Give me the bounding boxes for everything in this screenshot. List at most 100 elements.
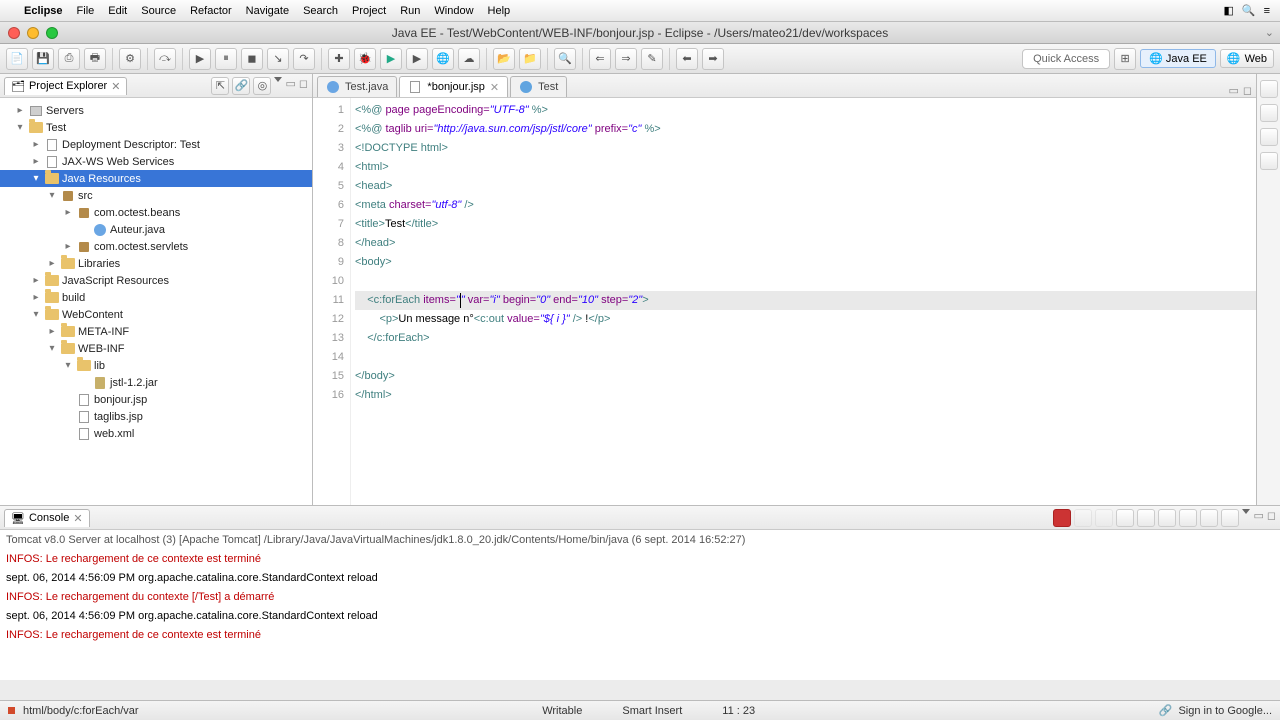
tree-item[interactable]: ▾WebContent — [0, 306, 312, 323]
last-edit-button[interactable]: ✎ — [641, 48, 663, 70]
disclosure-icon[interactable]: ▸ — [62, 207, 74, 218]
view-menu-icon[interactable] — [274, 77, 282, 82]
word-wrap-button[interactable] — [1158, 509, 1176, 527]
debug-skip-button[interactable]: ⤼ — [154, 48, 176, 70]
disclosure-icon[interactable]: ▾ — [30, 173, 42, 184]
step-over-button[interactable]: ↷ — [293, 48, 315, 70]
disclosure-icon[interactable]: ▸ — [30, 292, 42, 303]
scroll-lock-button[interactable] — [1137, 509, 1155, 527]
resume-button[interactable]: ▶ — [189, 48, 211, 70]
editor-tab[interactable]: Test — [510, 76, 567, 97]
run-last-button[interactable]: ▶ — [406, 48, 428, 70]
open-type-button[interactable]: 📂 — [493, 48, 515, 70]
minimize-editor-icon[interactable]: ▭ — [1228, 84, 1238, 97]
save-button[interactable]: 💾 — [32, 48, 54, 70]
disclosure-icon[interactable]: ▾ — [30, 309, 42, 320]
editor-tab[interactable]: *bonjour.jsp✕ — [399, 76, 508, 97]
disclosure-icon[interactable]: ▸ — [46, 326, 58, 337]
disclosure-icon[interactable]: ▾ — [46, 343, 58, 354]
forward-button[interactable]: ➡ — [702, 48, 724, 70]
menu-extra-icon[interactable]: ≡ — [1264, 5, 1270, 17]
source-editor[interactable]: 12345678910111213141516 <%@ page pageEnc… — [313, 98, 1256, 505]
print-button[interactable]: 🖶 — [84, 48, 106, 70]
project-tree[interactable]: ▸Servers▾Test▸Deployment Descriptor: Tes… — [0, 98, 312, 505]
search-button[interactable]: 🔍 — [554, 48, 576, 70]
open-console-button[interactable] — [1221, 509, 1239, 527]
disclosure-icon[interactable]: ▾ — [62, 360, 74, 371]
minimize-view-icon[interactable]: ▭ — [285, 77, 295, 95]
outline-view-button[interactable] — [1260, 80, 1278, 98]
open-perspective-button[interactable]: ⊞ — [1114, 48, 1136, 70]
close-icon[interactable]: ✕ — [490, 81, 499, 94]
tree-item[interactable]: ▸Servers — [0, 102, 312, 119]
remove-launch-button[interactable] — [1074, 509, 1092, 527]
menu-edit[interactable]: Edit — [108, 5, 127, 17]
tree-item[interactable]: bonjour.jsp — [0, 391, 312, 408]
tree-item[interactable]: ▸Deployment Descriptor: Test — [0, 136, 312, 153]
open-task-button[interactable]: 📁 — [519, 48, 541, 70]
editor-tab[interactable]: Test.java — [317, 76, 397, 97]
menu-window[interactable]: Window — [434, 5, 473, 17]
menu-project[interactable]: Project — [352, 5, 386, 17]
menu-refactor[interactable]: Refactor — [190, 5, 232, 17]
tree-item[interactable]: taglibs.jsp — [0, 408, 312, 425]
spotlight-icon[interactable]: 🔍 — [1242, 4, 1256, 17]
new-ws-button[interactable]: ☁ — [458, 48, 480, 70]
suspend-button[interactable]: ⏸ — [215, 48, 237, 70]
tree-item[interactable]: ▸META-INF — [0, 323, 312, 340]
tree-item[interactable]: ▾Test — [0, 119, 312, 136]
tree-item[interactable]: jstl-1.2.jar — [0, 374, 312, 391]
palette-view-button[interactable] — [1260, 152, 1278, 170]
tree-item[interactable]: ▸com.octest.beans — [0, 204, 312, 221]
disclosure-icon[interactable]: ▸ — [14, 105, 26, 116]
build-button[interactable]: ⚙ — [119, 48, 141, 70]
annotation-next-button[interactable]: ⇒ — [615, 48, 637, 70]
disclosure-icon[interactable]: ▸ — [30, 156, 42, 167]
tree-item[interactable]: ▸JAX-WS Web Services — [0, 153, 312, 170]
disclosure-icon[interactable]: ▾ — [14, 122, 26, 133]
project-explorer-tab[interactable]: 🗂 Project Explorer ✕ — [4, 77, 127, 95]
maximize-editor-icon[interactable]: ◻ — [1243, 84, 1252, 97]
console-tab[interactable]: 🖥 Console ✕ — [4, 509, 90, 527]
tree-item[interactable]: Auteur.java — [0, 221, 312, 238]
menu-file[interactable]: File — [77, 5, 95, 17]
tree-item[interactable]: ▾WEB-INF — [0, 340, 312, 357]
focus-task-button[interactable]: ◎ — [253, 77, 271, 95]
disclosure-icon[interactable]: ▾ — [46, 190, 58, 201]
maximize-console-icon[interactable]: ◻ — [1267, 509, 1276, 527]
tree-item[interactable]: ▸JavaScript Resources — [0, 272, 312, 289]
menu-help[interactable]: Help — [488, 5, 511, 17]
task-list-view-button[interactable] — [1260, 104, 1278, 122]
minimize-console-icon[interactable]: ▭ — [1253, 509, 1263, 527]
tree-item[interactable]: web.xml — [0, 425, 312, 442]
snippets-view-button[interactable] — [1260, 128, 1278, 146]
run-button[interactable]: ▶ — [380, 48, 402, 70]
console-output[interactable]: INFOS: Le rechargement de ce contexte es… — [0, 550, 1280, 651]
notification-icon[interactable]: ◧ — [1223, 4, 1233, 17]
console-menu-icon[interactable] — [1242, 509, 1250, 514]
disclosure-icon[interactable]: ▸ — [62, 241, 74, 252]
menu-source[interactable]: Source — [141, 5, 176, 17]
disclosure-icon[interactable]: ▸ — [30, 275, 42, 286]
back-button[interactable]: ⬅ — [676, 48, 698, 70]
maximize-view-icon[interactable]: ◻ — [299, 77, 308, 95]
collapse-all-button[interactable]: ⇱ — [211, 77, 229, 95]
tree-item[interactable]: ▾Java Resources — [0, 170, 312, 187]
perspective-javaee[interactable]: 🌐 Java EE — [1140, 49, 1216, 68]
terminate-button[interactable]: ◼ — [241, 48, 263, 70]
tree-item[interactable]: ▾src — [0, 187, 312, 204]
new-project-button[interactable]: ✚ — [328, 48, 350, 70]
close-icon[interactable]: ✕ — [111, 80, 120, 93]
terminate-console-button[interactable] — [1053, 509, 1071, 527]
clear-console-button[interactable] — [1116, 509, 1134, 527]
close-icon[interactable]: ✕ — [73, 512, 82, 525]
disclosure-icon[interactable]: ▸ — [46, 258, 58, 269]
remove-all-button[interactable] — [1095, 509, 1113, 527]
save-all-button[interactable]: ⎙ — [58, 48, 80, 70]
disclosure-icon[interactable]: ▸ — [30, 139, 42, 150]
menu-search[interactable]: Search — [303, 5, 338, 17]
app-menu[interactable]: Eclipse — [24, 5, 63, 17]
menu-navigate[interactable]: Navigate — [246, 5, 289, 17]
tree-item[interactable]: ▸Libraries — [0, 255, 312, 272]
display-console-button[interactable] — [1200, 509, 1218, 527]
